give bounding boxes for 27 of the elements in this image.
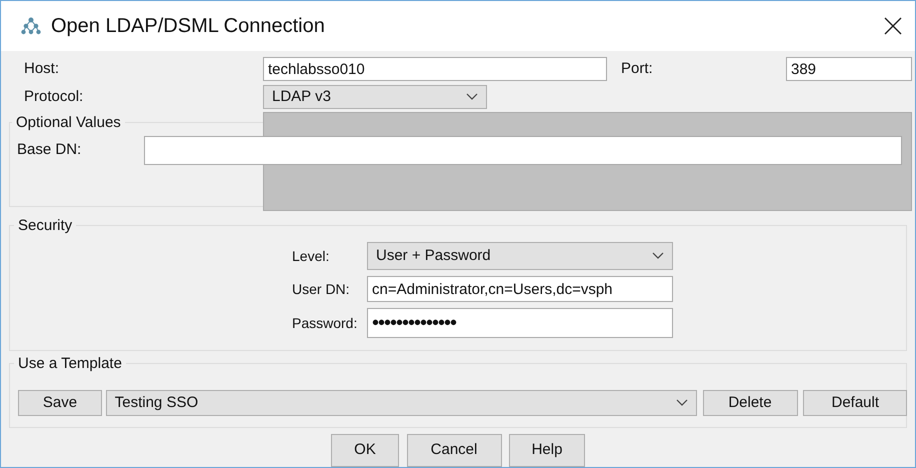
field-label: Protocol: (24, 86, 84, 107)
ok-button[interactable]: OK (331, 434, 399, 467)
window-title: Open LDAP/DSML Connection (51, 14, 326, 39)
caret-icon (466, 93, 478, 101)
protocol-dropdown[interactable]: LDAP v3 (263, 85, 487, 109)
delete-button[interactable]: Delete (702, 390, 798, 416)
base-dn-field[interactable] (144, 136, 902, 165)
default-button[interactable]: Default (803, 390, 908, 416)
cancel-button[interactable]: Cancel (406, 434, 502, 467)
field-label: Level: (292, 246, 330, 266)
caret-icon (676, 399, 688, 408)
field-label: Port: (621, 58, 654, 79)
password-field[interactable]: •••••••••••••• (367, 308, 673, 338)
save-button[interactable]: Save (18, 390, 102, 416)
template-dropdown[interactable]: Testing SSO (106, 390, 697, 416)
close-icon[interactable] (883, 16, 903, 36)
help-button[interactable]: Help (509, 434, 585, 467)
field-label: User DN: (292, 280, 351, 299)
field-label: Host: (24, 58, 60, 79)
network-tree-icon (21, 17, 41, 35)
host-field[interactable]: techlabsso010 (263, 57, 607, 81)
field-label: Base DN: (17, 140, 82, 160)
user-dn-field[interactable]: cn=Administrator,cn=Users,dc=vsph (367, 276, 673, 302)
caret-icon (652, 252, 664, 260)
level-dropdown[interactable]: User + Password (367, 242, 673, 270)
field-label: Password: (292, 314, 358, 333)
port-field[interactable]: 389 (786, 57, 912, 81)
